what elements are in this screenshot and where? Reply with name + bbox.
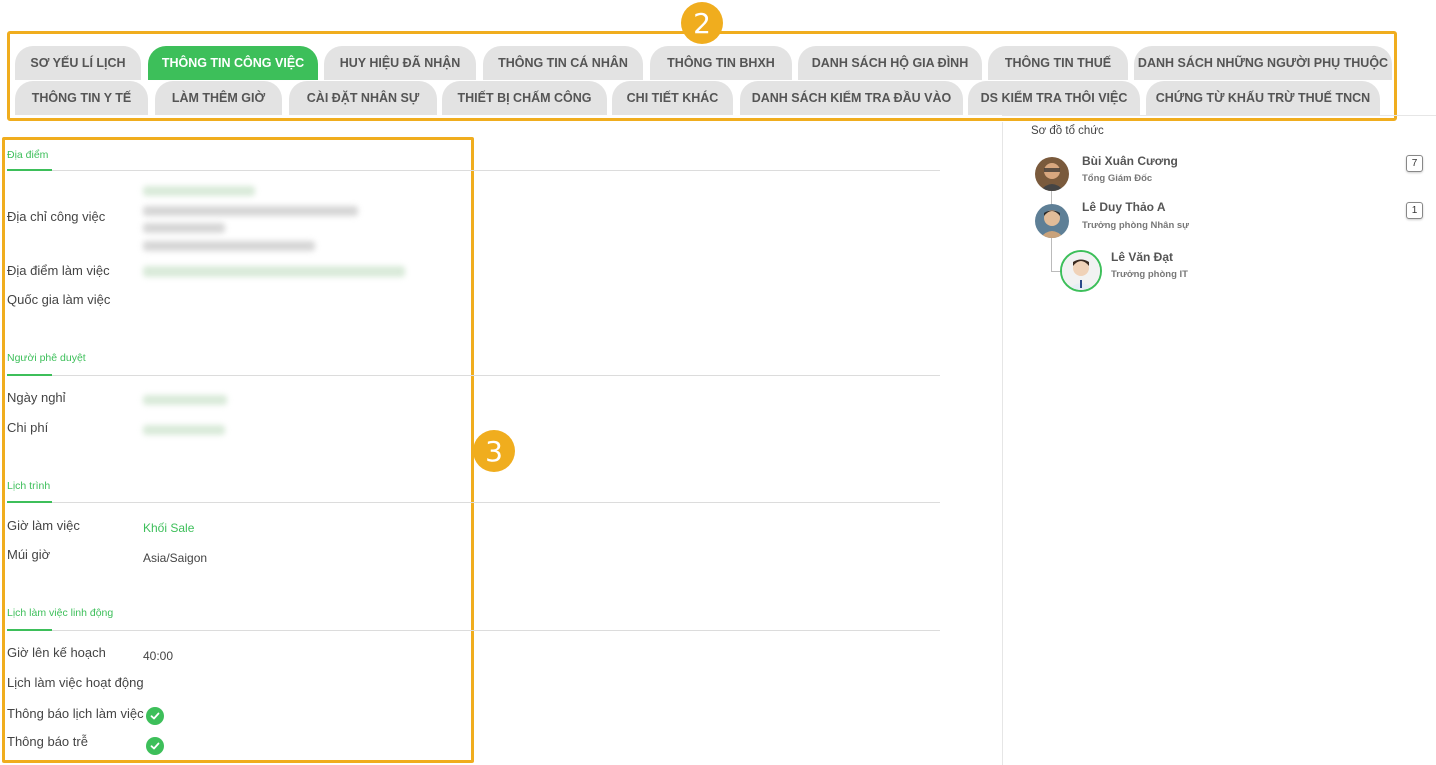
blurred-value [143,241,315,251]
tab-medical-info[interactable]: THÔNG TIN Y TẾ [15,81,148,115]
person-name[interactable]: Lê Văn Đạt [1111,250,1173,264]
subordinate-count[interactable]: 1 [1406,202,1423,219]
person-name[interactable]: Bùi Xuân Cương [1082,154,1178,168]
tab-personal-info[interactable]: THÔNG TIN CÁ NHÂN [483,46,643,80]
blurred-value [143,223,225,233]
work-country-label: Quốc gia làm việc [7,292,111,307]
tab-social-insurance[interactable]: THÔNG TIN BHXH [650,46,792,80]
tab-tax-info[interactable]: THÔNG TIN THUẾ [988,46,1128,80]
section-divider [7,501,940,503]
schedule-notify-label: Thông báo lịch làm việc [7,706,144,721]
tab-offboarding-checklist[interactable]: DS KIỂM TRA THÔI VIỆC [968,81,1140,115]
section-divider [7,374,940,376]
expense-approver-label: Chi phí [7,420,49,435]
annotation-badge-3: 3 [473,430,515,472]
blurred-value [143,186,255,196]
person-name[interactable]: Lê Duy Thảo A [1082,200,1166,214]
leave-approver-label: Ngày nghỉ [7,390,66,405]
planned-hours-value: 40:00 [143,649,174,663]
tab-pit-withholding[interactable]: CHỨNG TỪ KHẤU TRỪ THUẾ TNCN [1146,81,1380,115]
person-role: Tổng Giám Đốc [1082,173,1153,184]
work-address-label: Địa chỉ công việc [7,209,106,224]
section-title-schedule: Lịch trình [7,480,51,492]
tab-badges[interactable]: HUY HIỆU ĐÃ NHẬN [324,46,476,80]
person-role: Trưởng phòng IT [1111,269,1188,280]
org-chart-title: Sơ đồ tổ chức [1031,125,1104,137]
section-title-flexible: Lịch làm việc linh động [7,607,114,619]
timezone-value: Asia/Saigon [143,551,208,565]
tab-resume[interactable]: SƠ YẾU LÍ LỊCH [15,46,141,80]
tab-overtime[interactable]: LÀM THÊM GIỜ [155,81,282,115]
tab-dependents[interactable]: DANH SÁCH NHỮNG NGƯỜI PHỤ THUỘC [1134,46,1392,80]
avatar[interactable] [1035,204,1069,238]
panel-divider [1002,115,1436,116]
section-divider [7,629,940,631]
timezone-label: Múi giờ [7,547,51,562]
work-place-label: Địa điểm làm việc [7,263,110,278]
check-icon [146,707,164,725]
blurred-value [143,395,227,405]
late-notify-label: Thông báo trễ [7,734,88,749]
section-title-location: Địa điểm [7,149,49,161]
avatar[interactable] [1035,157,1069,191]
working-hours-link[interactable]: Khối Sale [143,521,194,535]
section-title-approver: Người phê duyệt [7,352,86,364]
panel-divider [1002,122,1003,765]
tab-onboarding-checklist[interactable]: DANH SÁCH KIỂM TRA ĐẦU VÀO [740,81,963,115]
tab-household[interactable]: DANH SÁCH HỘ GIA ĐÌNH [798,46,982,80]
blurred-value [143,266,405,277]
avatar[interactable] [1060,250,1102,292]
subordinate-count[interactable]: 7 [1406,155,1423,172]
blurred-value [143,206,358,216]
form-highlight [2,137,474,763]
blurred-value [143,425,225,435]
tab-hr-settings[interactable]: CÀI ĐẶT NHÂN SỰ [289,81,437,115]
tab-job-info[interactable]: THÔNG TIN CÔNG VIỆC [148,46,318,80]
working-hours-label: Giờ làm việc [7,518,80,533]
planned-hours-label: Giờ lên kế hoạch [7,645,106,660]
check-icon [146,737,164,755]
annotation-badge-2: 2 [681,2,723,44]
tab-attendance-device[interactable]: THIẾT BỊ CHẤM CÔNG [442,81,607,115]
active-schedule-label: Lịch làm việc hoạt động [7,675,144,690]
section-divider [7,169,940,171]
person-role: Trưởng phòng Nhân sự [1082,220,1190,231]
tab-other-details[interactable]: CHI TIẾT KHÁC [612,81,733,115]
